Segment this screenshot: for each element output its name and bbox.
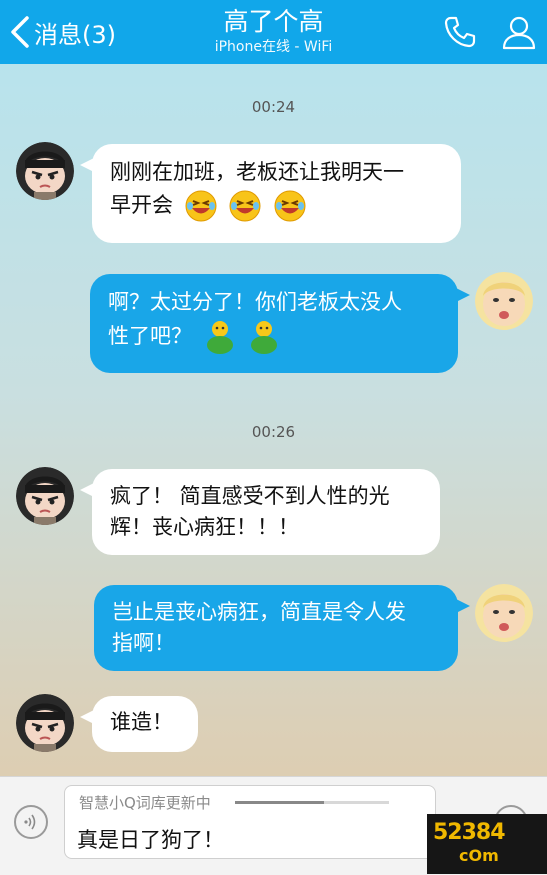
outgoing-message[interactable]: 啊？太过分了！你们老板太没人 性了吧？: [90, 274, 470, 373]
my-avatar[interactable]: [475, 272, 533, 330]
message-text: 刚刚在加班，老板还让我明天一: [110, 160, 404, 184]
phone-icon: [444, 16, 476, 48]
back-button[interactable]: 消息(3): [10, 14, 116, 50]
outgoing-message[interactable]: 岂止是丧心病狂，简直是令人发 指啊！: [94, 585, 470, 671]
call-button[interactable]: [440, 12, 480, 52]
message-text: 辉！丧心病狂！！！: [110, 515, 299, 539]
green-frog-emoji: [206, 321, 233, 354]
message-text: 早开会: [110, 193, 173, 217]
update-progress-bar: [235, 801, 389, 804]
my-avatar[interactable]: [475, 584, 533, 642]
message-text: 岂止是丧心病狂，简直是令人发: [112, 600, 406, 624]
green-frog-emoji: [251, 321, 278, 354]
message-text: 指啊！: [112, 631, 175, 655]
incoming-message[interactable]: 谁造！: [80, 696, 198, 752]
person-icon: [502, 16, 536, 50]
chevron-left-icon: [11, 16, 29, 48]
message-input[interactable]: 智慧小Q词库更新中 真是日了狗了！: [64, 785, 436, 859]
contact-avatar[interactable]: [16, 142, 74, 200]
update-progress-fill: [235, 801, 325, 804]
chat-header: 消息(3) 高了个高 iPhone在线 - WiFi: [0, 0, 547, 64]
back-label: 消息(3): [34, 20, 116, 49]
message-text: 啊？太过分了！你们老板太没人: [108, 290, 402, 314]
laughing-tears-emoji: [274, 190, 306, 222]
input-hint: 智慧小Q词库更新中: [79, 794, 211, 812]
site-watermark: 52384 cOm: [427, 814, 547, 874]
message-text: 谁造！: [110, 710, 173, 734]
laughing-tears-emoji: [185, 190, 217, 222]
voice-button[interactable]: [14, 805, 48, 839]
contact-avatar[interactable]: [16, 694, 74, 752]
message-text: 疯了！ 简直感受不到人性的光: [110, 484, 390, 508]
contact-avatar[interactable]: [16, 467, 74, 525]
laughing-tears-emoji: [229, 190, 261, 222]
incoming-message[interactable]: 刚刚在加班，老板还让我明天一 早开会: [80, 144, 461, 243]
profile-button[interactable]: [499, 12, 539, 52]
watermark-text: 52384: [433, 820, 506, 845]
timestamp: 00:26: [251, 423, 296, 441]
message-text: 性了吧？: [108, 324, 192, 348]
watermark-text: cOm: [459, 846, 499, 865]
voice-wave-icon: [24, 814, 36, 830]
incoming-message[interactable]: 疯了！ 简直感受不到人性的光 辉！丧心病狂！！！: [80, 469, 440, 555]
input-value: 真是日了狗了！: [77, 828, 224, 852]
timestamp: 00:24: [251, 98, 296, 116]
